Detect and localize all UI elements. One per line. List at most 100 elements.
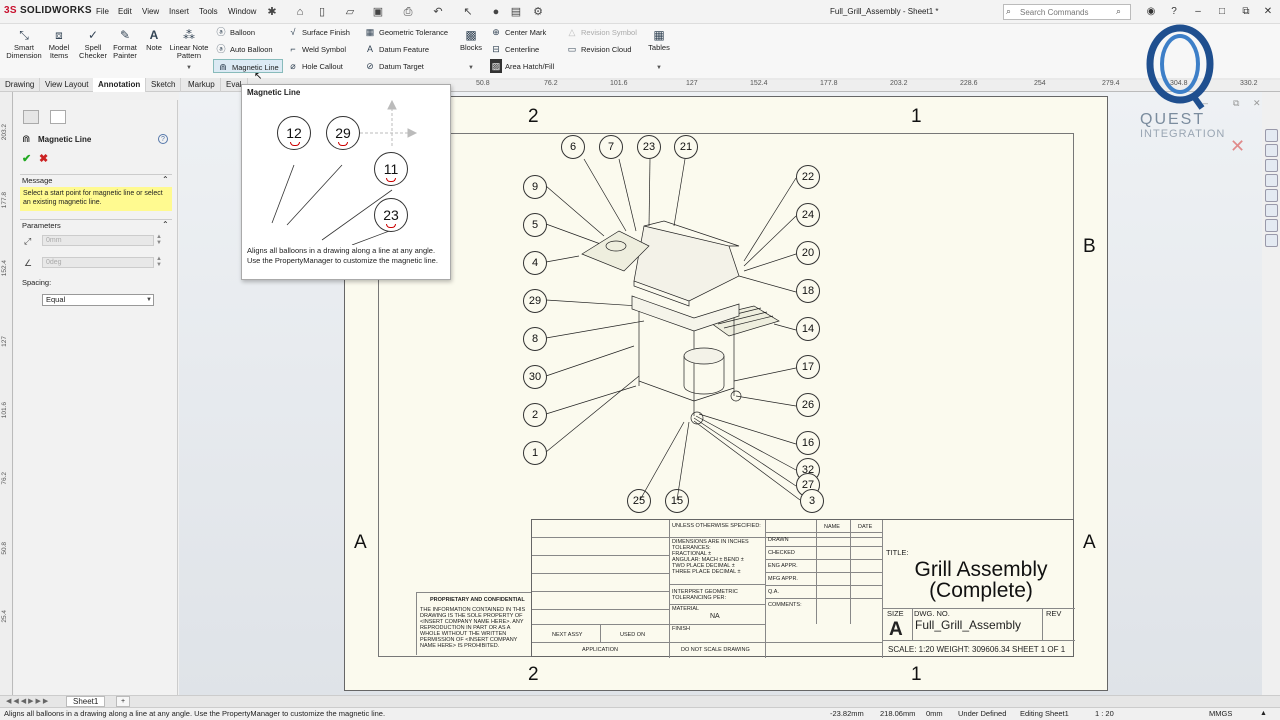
tab-annotation[interactable]: Annotation (93, 78, 147, 92)
status-scale[interactable]: 1 : 20 (1095, 708, 1114, 720)
restore-icon[interactable]: ⧉ (1238, 4, 1254, 20)
file-explorer-icon[interactable] (1265, 159, 1278, 172)
balloon[interactable]: 18 (796, 279, 820, 303)
message-section-title[interactable]: Message (22, 176, 52, 185)
status-units[interactable]: MMGS (1209, 708, 1232, 720)
undo-icon[interactable]: ↶ (430, 4, 446, 20)
appearances-icon[interactable] (1265, 189, 1278, 202)
open-folder-icon[interactable]: ▱ (342, 4, 358, 20)
cancel-x-icon[interactable]: ✖ (39, 152, 48, 165)
menu-window[interactable]: Window (228, 7, 256, 16)
options-gear-icon[interactable]: ⚙ (530, 4, 546, 20)
help-icon[interactable]: ? (1166, 4, 1182, 20)
tb-title-line2[interactable]: (Complete) (887, 580, 1075, 602)
help-icon[interactable]: ? (158, 134, 168, 144)
spacing-select[interactable]: Equal (42, 294, 154, 306)
balloon[interactable]: 7 (599, 135, 623, 159)
balloon[interactable]: 16 (796, 431, 820, 455)
print-icon[interactable]: ⎙ (400, 4, 416, 20)
angle-field[interactable]: 0deg (42, 257, 154, 268)
area-hatch-fill-button[interactable]: ▨ Area Hatch/Fill (490, 59, 554, 73)
balloon[interactable]: 25 (627, 489, 651, 513)
balloon[interactable]: 2 (523, 403, 547, 427)
property-manager-tab-icon[interactable] (50, 110, 66, 124)
design-library-icon[interactable] (1265, 144, 1278, 157)
length-field[interactable]: 0mm (42, 235, 154, 246)
menu-insert[interactable]: Insert (169, 7, 189, 16)
balloon[interactable]: 5 (523, 213, 547, 237)
angle-spinner-icon[interactable]: ▲ ▼ (156, 256, 162, 268)
parameters-section-title[interactable]: Parameters (22, 221, 61, 230)
tab-markup[interactable]: Markup (183, 78, 221, 92)
note-button[interactable]: A Note (142, 28, 166, 52)
search-input[interactable]: Search Commands (1003, 4, 1131, 20)
balloon[interactable]: 15 (665, 489, 689, 513)
tab-sketch[interactable]: Sketch (146, 78, 182, 92)
length-spinner-icon[interactable]: ▲ ▼ (156, 234, 162, 246)
balloon[interactable]: 6 (561, 135, 585, 159)
tables-button[interactable]: ▦ Tables (646, 28, 672, 52)
menu-tools[interactable]: Tools (199, 7, 218, 16)
menu-edit[interactable]: Edit (118, 7, 132, 16)
balloon[interactable]: 3 (800, 489, 824, 513)
chevron-down-icon[interactable]: ▼ (186, 65, 192, 71)
pin-icon[interactable]: ✱ (264, 4, 280, 20)
tab-view-layout[interactable]: View Layout (40, 78, 95, 92)
balloon[interactable]: 23 (637, 135, 661, 159)
tb-title-line1[interactable]: Grill Assembly (887, 559, 1075, 581)
file-properties-icon[interactable]: ▤ (508, 4, 524, 20)
close-icon[interactable]: ✕ (1260, 4, 1276, 20)
balloon-button[interactable]: ⓐ Balloon (215, 25, 255, 39)
revision-dropdown-icon[interactable]: ▼ (656, 65, 662, 71)
maximize-icon[interactable]: □ (1214, 4, 1230, 20)
balloon[interactable]: 8 (523, 327, 547, 351)
window-close-icon[interactable]: ✕ (1253, 98, 1261, 109)
auto-balloon-button[interactable]: ⓐ Auto Balloon (215, 42, 272, 56)
view-palette-icon[interactable] (1265, 174, 1278, 187)
datum-feature-button[interactable]: A Datum Feature (364, 42, 429, 56)
revision-symbol-button[interactable]: △ Revision Symbol (566, 25, 637, 39)
menu-view[interactable]: View (142, 7, 159, 16)
select-icon[interactable]: ↖ (460, 4, 476, 20)
revision-cloud-button[interactable]: ▭ Revision Cloud (566, 42, 632, 56)
balloon[interactable]: 26 (796, 393, 820, 417)
add-sheet-icon[interactable]: + (116, 696, 130, 707)
blocks-button[interactable]: ▩ Blocks (458, 28, 484, 52)
model-items-button[interactable]: ⧈ Model Items (45, 28, 73, 60)
window-restore-icon[interactable]: ⧉ (1233, 98, 1239, 109)
home-icon[interactable]: ⌂ (292, 4, 308, 20)
tab-sheet1[interactable]: Sheet1 (66, 696, 106, 707)
spell-checker-button[interactable]: ✓ Spell Checker (78, 28, 108, 60)
sheet-nav-arrows-icon[interactable]: ◀◀◀▶▶▶ (6, 697, 50, 705)
surface-finish-button[interactable]: √ Surface Finish (287, 25, 350, 39)
balloon[interactable]: 9 (523, 175, 547, 199)
centerline-button[interactable]: ⊟ Centerline (490, 42, 539, 56)
custom-properties-icon[interactable] (1265, 204, 1278, 217)
balloon[interactable]: 21 (674, 135, 698, 159)
rebuild-icon[interactable]: ● (488, 4, 504, 20)
tool-icon[interactable] (1265, 234, 1278, 247)
resources-icon[interactable] (1265, 129, 1278, 142)
balloon[interactable]: 24 (796, 203, 820, 227)
app-logo[interactable]: 3S SOLIDWORKS (4, 5, 92, 16)
weld-symbol-button[interactable]: ⌐ Weld Symbol (287, 42, 346, 56)
feature-manager-tab-icon[interactable] (23, 110, 39, 124)
blocks-dropdown-icon[interactable]: ▼ (468, 65, 474, 71)
ok-check-icon[interactable]: ✔ (22, 152, 31, 165)
search-icon[interactable]: ⌕ (1116, 6, 1121, 17)
geometric-tolerance-button[interactable]: ▦ Geometric Tolerance (364, 25, 448, 39)
datum-target-button[interactable]: ⊘ Datum Target (364, 59, 424, 73)
chevron-down-icon[interactable]: ▼ (146, 297, 152, 303)
units-dropdown-icon[interactable]: ▲ (1260, 708, 1267, 720)
menu-file[interactable]: File (96, 7, 109, 16)
user-icon[interactable]: ◉ (1143, 4, 1159, 20)
linear-note-pattern-button[interactable]: ⁂ Linear Note Pattern (168, 28, 210, 60)
title-block[interactable]: UNLESS OTHERWISE SPECIFIED: NAME DATE DI… (531, 519, 1075, 658)
solidworks-forum-icon[interactable] (1265, 219, 1278, 232)
minimize-icon[interactable]: – (1190, 4, 1206, 20)
balloon[interactable]: 20 (796, 241, 820, 265)
magnetic-line-button[interactable]: ⋒ Magnetic Line (213, 59, 283, 73)
format-painter-button[interactable]: ✎ Format Painter (110, 28, 140, 60)
balloon[interactable]: 22 (796, 165, 820, 189)
smart-dimension-button[interactable]: ⤡ Smart Dimension (4, 28, 44, 60)
